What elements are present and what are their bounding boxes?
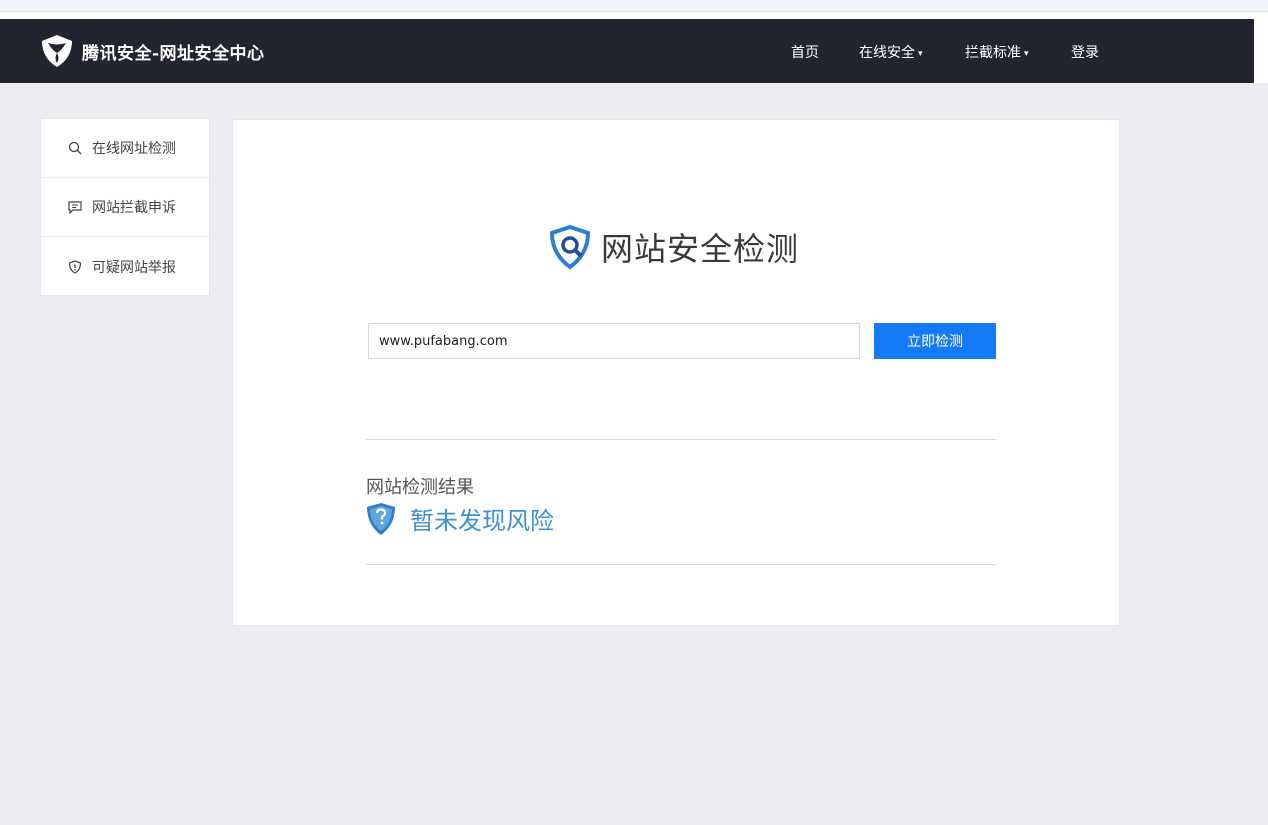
url-input[interactable] [368,323,860,359]
sidebar-item-appeal[interactable]: 网站拦截申诉 [41,178,209,237]
site-logo[interactable]: 腾讯安全-网址安全中心 [40,34,265,68]
nav-login[interactable]: 登录 [1071,42,1099,62]
nav-home[interactable]: 首页 [791,42,819,62]
shield-search-icon [549,224,591,270]
browser-strip [0,0,1268,12]
divider [366,439,996,440]
page-title-block: 网站安全检测 [547,224,799,270]
shield-alert-icon [68,259,82,274]
brand-name: 腾讯安全-网址安全中心 [82,43,265,64]
search-icon [68,141,82,155]
chevron-down-icon: ▾ [1024,49,1029,59]
main-panel: 网站安全检测 立即检测 网站检测结果 暂未发现风险 [232,119,1120,626]
sidebar: 在线网址检测 网站拦截申诉 可疑网站举报 [40,118,210,296]
nav-home-label: 首页 [791,45,819,61]
nav-block-standard[interactable]: 拦截标准 ▾ [965,42,1029,62]
divider [366,564,996,565]
result-label: 网站检测结果 [366,477,474,498]
sidebar-item-label: 网站拦截申诉 [92,200,176,216]
sidebar-item-label: 在线网址检测 [92,141,176,157]
top-gap [0,12,1268,19]
sidebar-item-report[interactable]: 可疑网站举报 [41,237,209,296]
shield-question-icon [367,502,395,535]
sidebar-item-label: 可疑网站举报 [92,259,176,276]
nav-online-security[interactable]: 在线安全 ▾ [859,42,923,62]
check-now-button[interactable]: 立即检测 [874,323,996,359]
chat-icon [68,201,82,214]
nav-login-label: 登录 [1071,45,1099,61]
tencent-shield-logo-icon [42,35,72,67]
sidebar-item-url-check[interactable]: 在线网址检测 [41,119,209,178]
scrollbar-gutter [1254,19,1268,83]
top-navbar: 腾讯安全-网址安全中心 首页 在线安全 ▾ 拦截标准 ▾ 登录 [0,19,1254,83]
page-title: 网站安全检测 [601,230,800,268]
result-status: 暂未发现风险 [366,501,554,536]
nav-online-security-label: 在线安全 [859,45,915,61]
result-text: 暂未发现风险 [410,507,554,535]
nav-block-standard-label: 拦截标准 [965,45,1021,61]
chevron-down-icon: ▾ [918,49,923,59]
